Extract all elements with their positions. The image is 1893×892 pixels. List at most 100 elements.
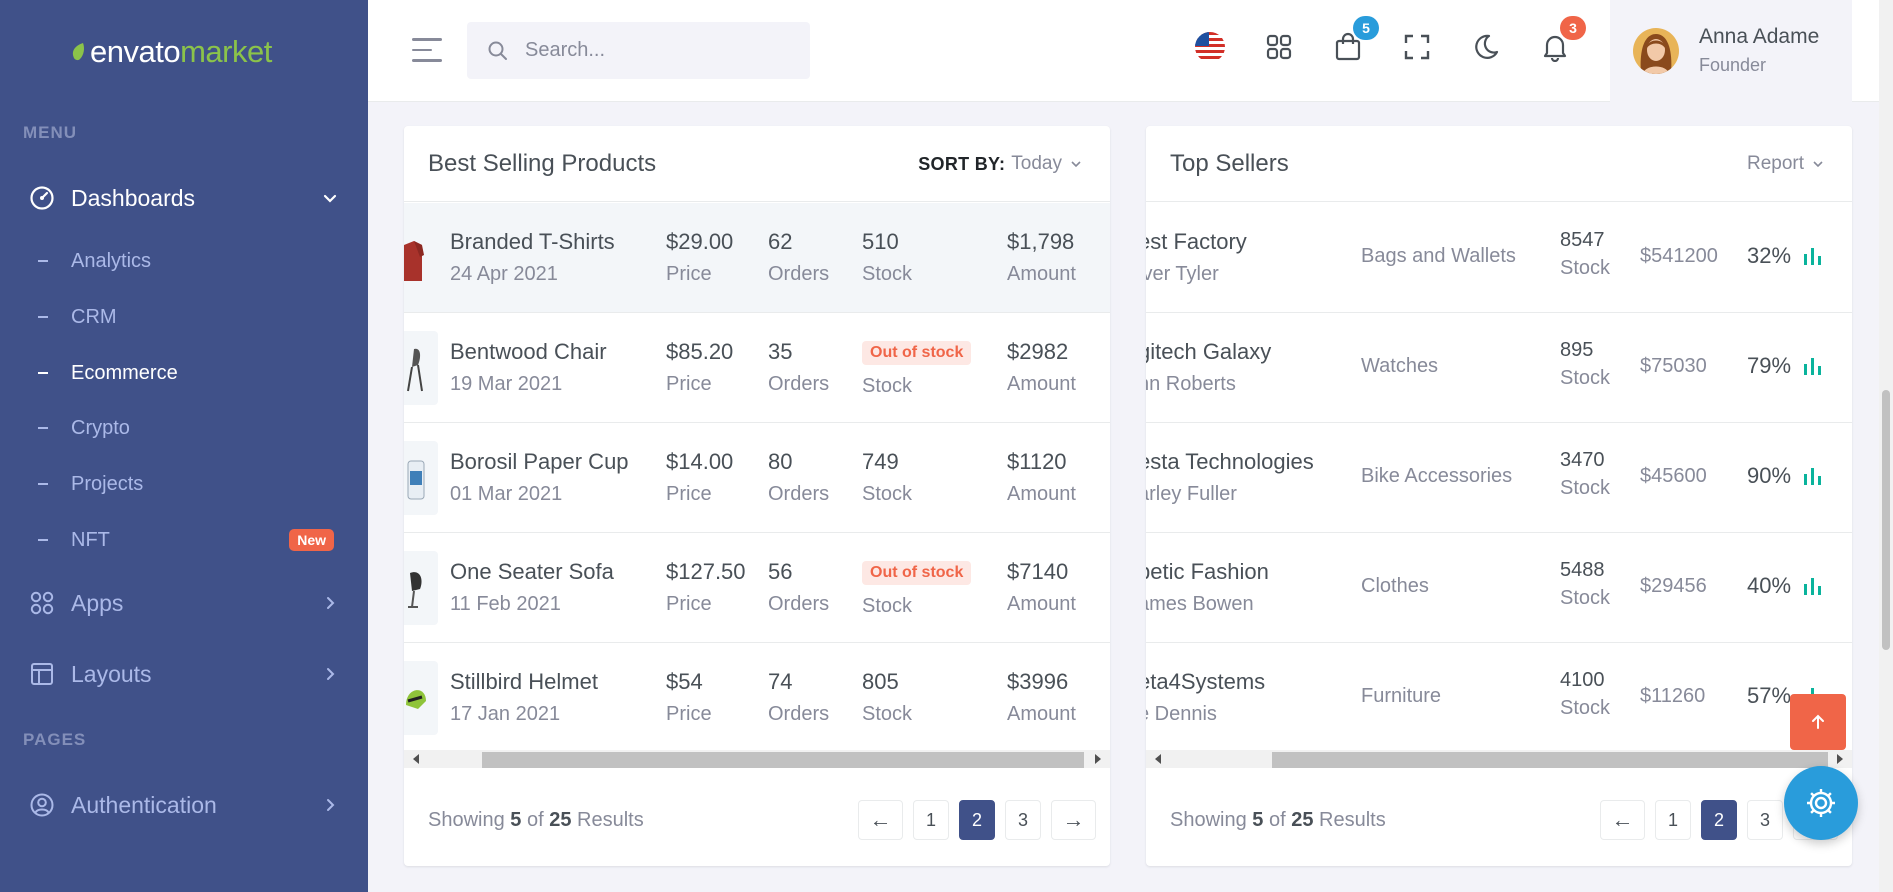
sort-by-dropdown[interactable]: SORT BY: Today <box>918 153 1082 175</box>
nav-sub-nft[interactable]: NFT New <box>38 522 338 558</box>
stock-label: Stock <box>1560 367 1611 389</box>
table-row[interactable]: est Factory iver Tyler Bags and Wallets … <box>1146 203 1852 313</box>
theme-settings-button[interactable] <box>1784 766 1858 840</box>
pagination-page-2[interactable]: 2 <box>1701 800 1737 840</box>
seller-amount: $541200 <box>1640 245 1718 267</box>
product-orders: 80 <box>768 449 793 474</box>
product-price: $85.20 <box>666 339 734 364</box>
chevron-down-icon <box>1071 161 1081 168</box>
seller-category: Bike Accessories <box>1361 465 1513 487</box>
nav-sub-analytics[interactable]: Analytics <box>38 243 338 279</box>
chevron-down-icon <box>1813 161 1823 168</box>
notification-count-badge: 3 <box>1560 16 1586 40</box>
horizontal-scrollbar[interactable] <box>404 750 1110 768</box>
card-header: Top Sellers Report <box>1146 126 1852 202</box>
scroll-left-arrow-icon[interactable] <box>1155 754 1161 764</box>
fullscreen-button[interactable] <box>1400 30 1434 64</box>
seller-name[interactable]: eta4Systems <box>1146 669 1265 695</box>
back-to-top-button[interactable] <box>1790 694 1846 750</box>
dark-mode-button[interactable] <box>1469 30 1503 64</box>
notifications-button[interactable]: 3 <box>1538 16 1586 64</box>
apps-launcher-button[interactable] <box>1262 30 1296 64</box>
pagination-page-3[interactable]: 3 <box>1005 800 1041 840</box>
horizontal-scrollbar[interactable] <box>1146 750 1852 768</box>
table-row[interactable]: Branded T-Shirts 24 Apr 2021 $29.00 Pric… <box>404 203 1110 313</box>
table-row[interactable]: One Seater Sofa 11 Feb 2021 $127.50 Pric… <box>404 533 1110 643</box>
pagination-next-button[interactable]: → <box>1051 800 1096 840</box>
seller-person: hn Roberts <box>1146 373 1236 395</box>
hamburger-menu-icon[interactable] <box>412 38 442 62</box>
scroll-left-arrow-icon[interactable] <box>413 754 419 764</box>
nav-dashboards-label: Dashboards <box>71 184 196 211</box>
seller-percent: 57% <box>1747 683 1792 708</box>
table-row[interactable]: gitech Galaxy hn Roberts Watches 895 Sto… <box>1146 313 1852 423</box>
product-name[interactable]: Borosil Paper Cup <box>450 449 629 475</box>
pagination-page-1[interactable]: 1 <box>913 800 949 840</box>
grid-icon <box>1266 34 1292 60</box>
pagination-page-2[interactable]: 2 <box>959 800 995 840</box>
nav-layouts[interactable]: Layouts <box>28 654 340 694</box>
seller-name[interactable]: gitech Galaxy <box>1146 339 1271 365</box>
pagination-page-3[interactable]: 3 <box>1747 800 1783 840</box>
nav-apps[interactable]: Apps <box>28 583 340 623</box>
product-date: 24 Apr 2021 <box>450 263 558 285</box>
table-row[interactable]: eta4Systems e Dennis Furniture 4100 Stoc… <box>1146 643 1852 748</box>
orders-label: Orders <box>768 703 830 725</box>
seller-name[interactable]: esta Technologies <box>1146 449 1314 475</box>
layout-icon <box>28 660 56 688</box>
search-box[interactable] <box>467 22 810 79</box>
nav-authentication[interactable]: Authentication <box>28 785 340 825</box>
price-label: Price <box>666 263 712 285</box>
price-label: Price <box>666 373 712 395</box>
scrollbar-thumb[interactable] <box>1882 390 1890 650</box>
product-date: 19 Mar 2021 <box>450 373 563 395</box>
scrollbar-thumb[interactable] <box>1272 752 1828 768</box>
product-name[interactable]: Bentwood Chair <box>450 339 607 365</box>
dashboard-gauge-icon <box>28 184 56 212</box>
nav-sub-projects[interactable]: Projects <box>38 466 338 502</box>
product-name[interactable]: Branded T-Shirts <box>450 229 615 255</box>
product-name[interactable]: One Seater Sofa <box>450 559 614 585</box>
nav-apps-label: Apps <box>71 589 124 616</box>
nav-sub-crm[interactable]: CRM <box>38 299 338 335</box>
product-date: 17 Jan 2021 <box>450 703 561 725</box>
product-amount: $1,798 <box>1007 229 1075 254</box>
table-row[interactable]: petic Fashion ames Bowen Clothes 5488 St… <box>1146 533 1852 643</box>
user-name: Anna Adame <box>1699 25 1820 48</box>
chevron-right-icon <box>327 668 335 680</box>
nav-sub-label: NFT <box>71 528 110 551</box>
cart-button[interactable]: 5 <box>1331 16 1379 64</box>
language-flag-button[interactable] <box>1193 30 1227 64</box>
brand-logo[interactable]: envato market <box>70 34 272 70</box>
table-row[interactable]: Borosil Paper Cup 01 Mar 2021 $14.00 Pri… <box>404 423 1110 533</box>
seller-person: e Dennis <box>1146 703 1217 725</box>
report-dropdown[interactable]: Report <box>1747 153 1824 175</box>
nav-sub-crypto[interactable]: Crypto <box>38 410 338 446</box>
stock-label: Stock <box>862 483 913 505</box>
pagination-page-1[interactable]: 1 <box>1655 800 1691 840</box>
nav-sub-ecommerce[interactable]: Ecommerce <box>38 355 338 391</box>
product-name[interactable]: Stillbird Helmet <box>450 669 598 695</box>
nav-layouts-label: Layouts <box>71 660 152 687</box>
scroll-right-arrow-icon[interactable] <box>1095 754 1101 764</box>
dash-marker <box>38 427 48 429</box>
seller-percent: 40% <box>1747 573 1792 598</box>
search-input[interactable] <box>525 39 795 62</box>
out-of-stock-badge: Out of stock <box>862 561 972 585</box>
scrollbar-thumb[interactable] <box>482 752 1084 768</box>
table-row[interactable]: esta Technologies arley Fuller Bike Acce… <box>1146 423 1852 533</box>
product-stock: 749 <box>862 449 899 474</box>
table-row[interactable]: Stillbird Helmet 17 Jan 2021 $54 Price 7… <box>404 643 1110 748</box>
page-vertical-scrollbar[interactable] <box>1879 0 1893 892</box>
seller-category: Watches <box>1361 355 1439 377</box>
table-row[interactable]: Bentwood Chair 19 Mar 2021 $85.20 Price … <box>404 313 1110 423</box>
pagination-prev-button[interactable]: ← <box>858 800 903 840</box>
seller-name[interactable]: petic Fashion <box>1146 559 1269 585</box>
user-profile-dropdown[interactable]: Anna Adame Founder <box>1610 0 1852 102</box>
seller-percent: 32% <box>1747 243 1792 268</box>
pagination-prev-button[interactable]: ← <box>1600 800 1645 840</box>
nav-dashboards[interactable]: Dashboards <box>28 178 340 218</box>
seller-name[interactable]: est Factory <box>1146 229 1247 255</box>
scroll-right-arrow-icon[interactable] <box>1837 754 1843 764</box>
nav-sub-label: Ecommerce <box>71 361 178 384</box>
